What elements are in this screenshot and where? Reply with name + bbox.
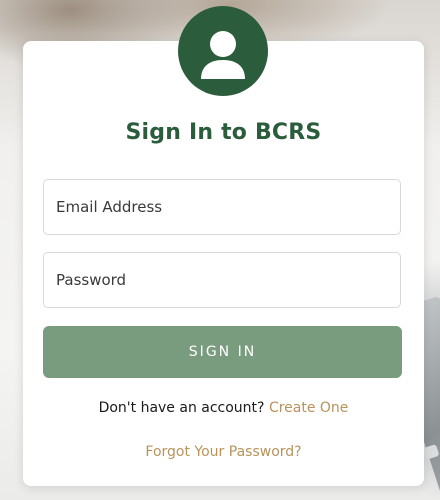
forgot-password-link[interactable]: Forgot Your Password?: [23, 444, 424, 460]
password-field[interactable]: [43, 252, 401, 308]
create-account-link[interactable]: Create One: [269, 400, 348, 416]
user-icon: [178, 6, 268, 96]
create-account-prompt: Don't have an account? Create One: [23, 400, 424, 416]
no-account-text: Don't have an account?: [98, 400, 265, 416]
email-field[interactable]: [43, 179, 401, 235]
page-title: Sign In to BCRS: [125, 120, 322, 145]
sign-in-button[interactable]: SIGN IN: [43, 326, 402, 378]
